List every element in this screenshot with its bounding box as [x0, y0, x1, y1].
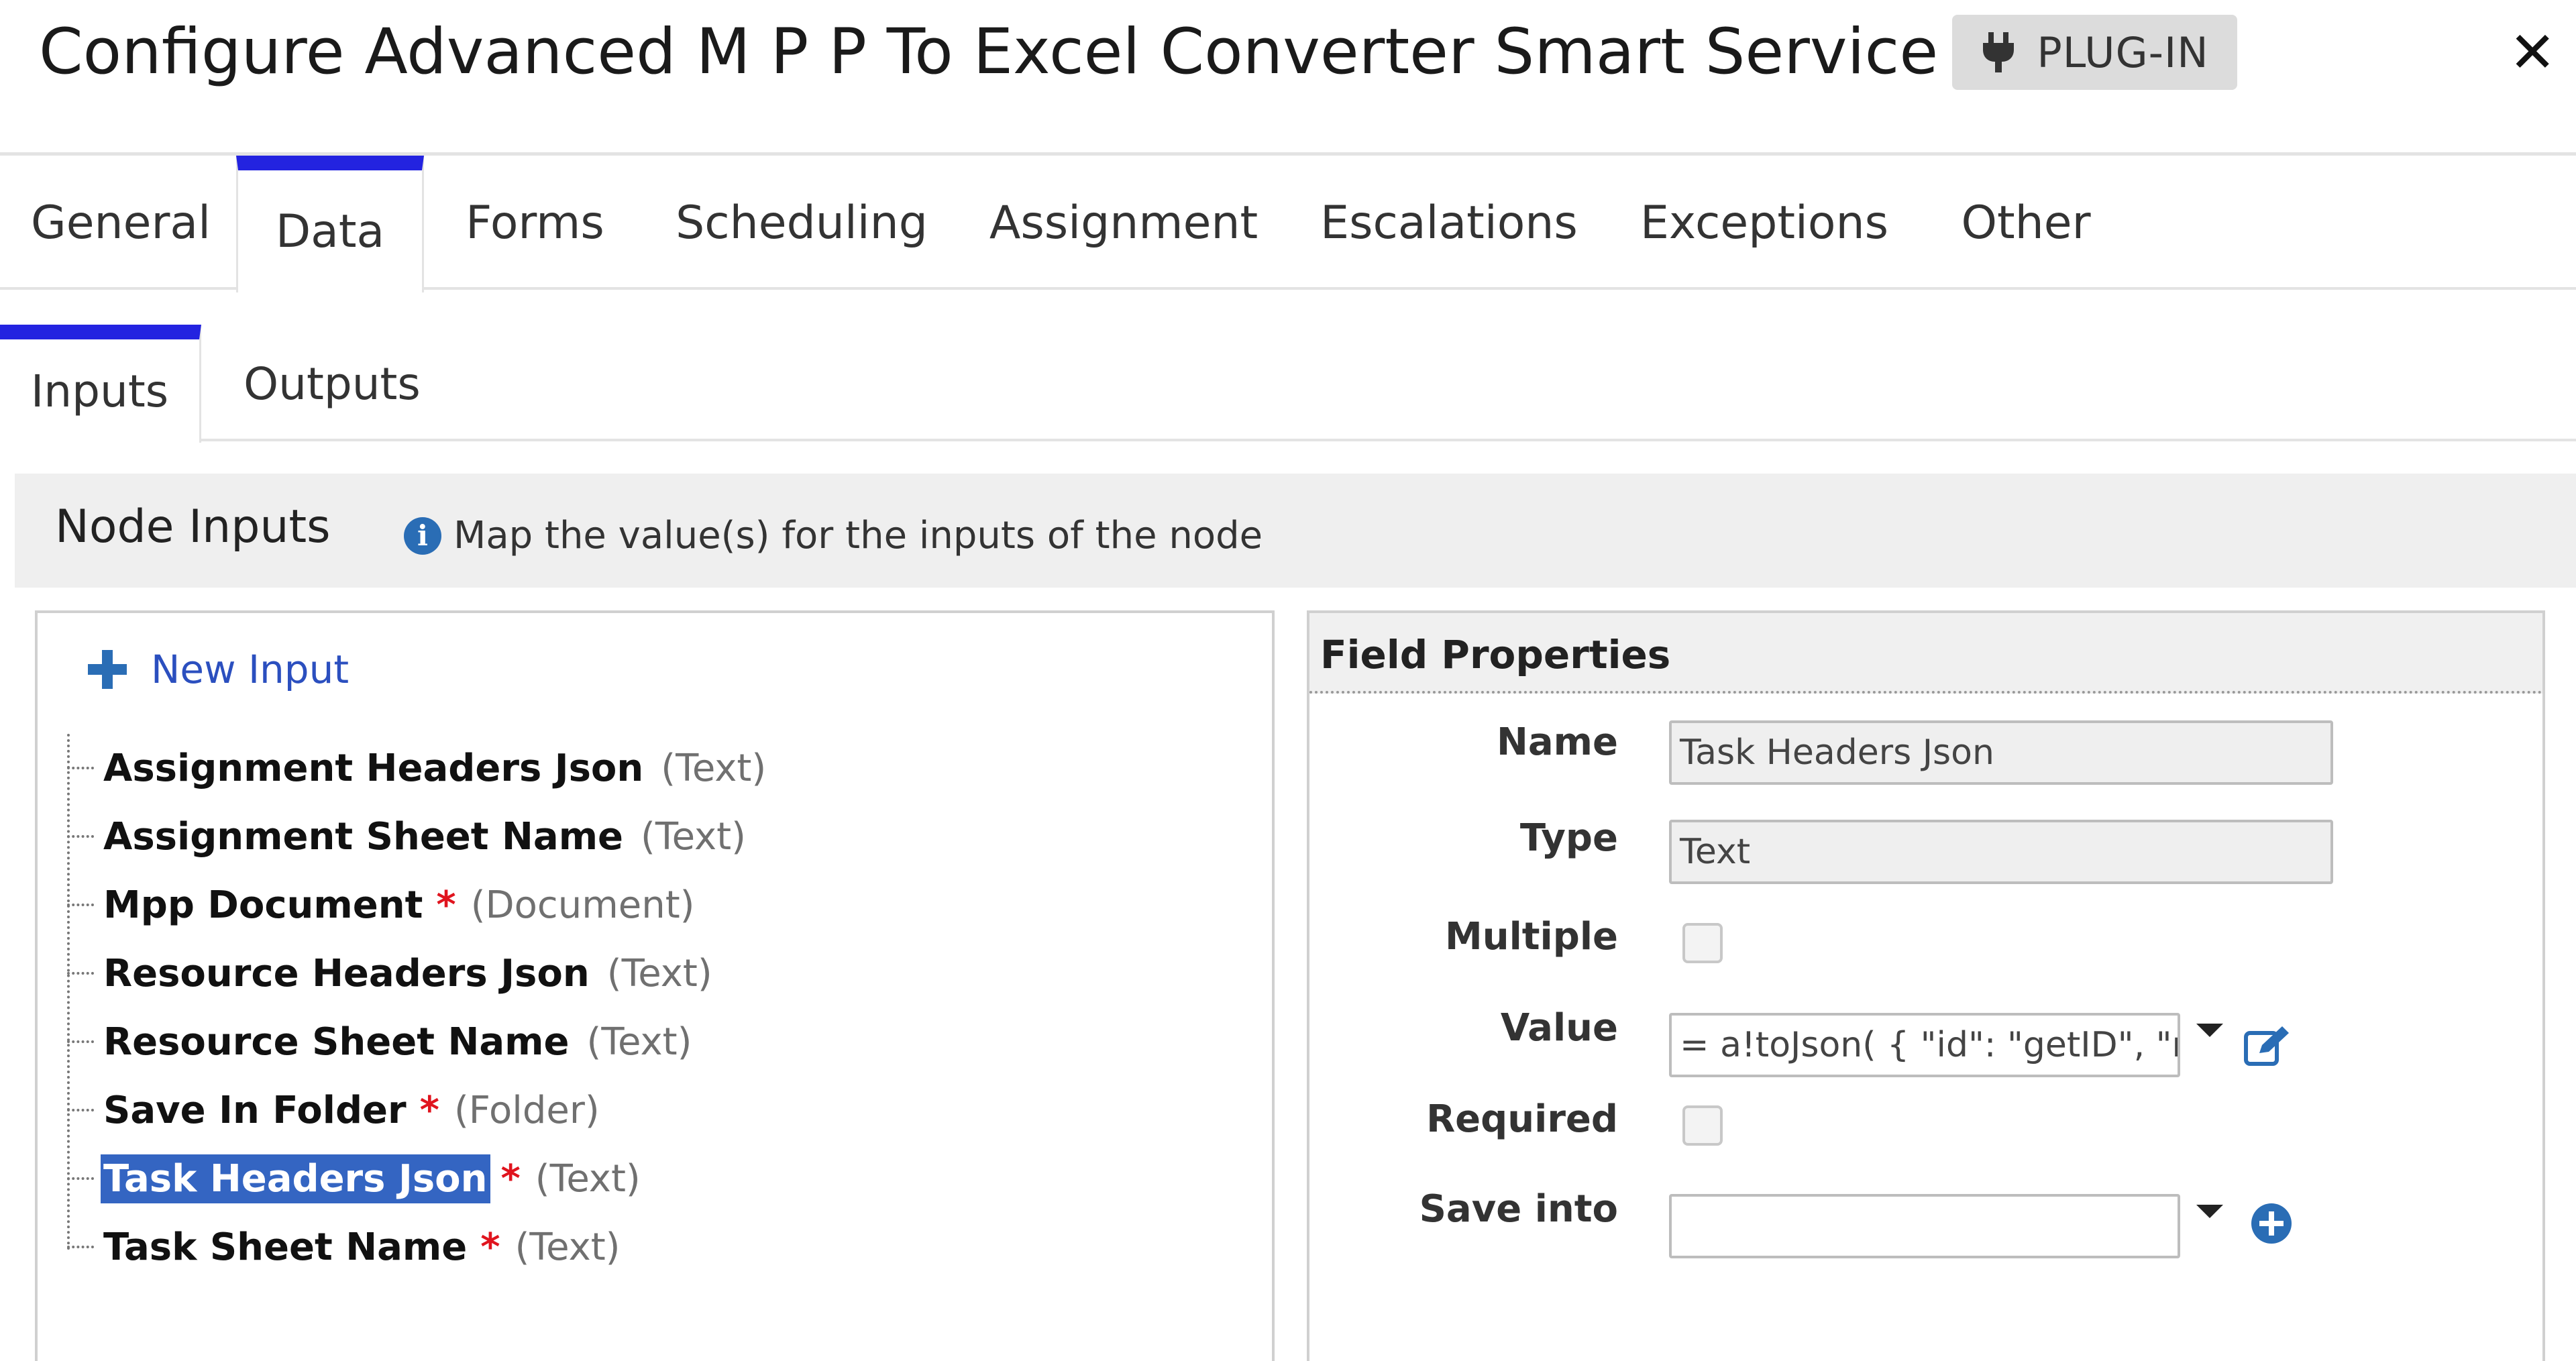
required-checkbox[interactable] [1682, 1105, 1723, 1146]
tree-item-type: (Folder) [453, 1088, 600, 1132]
required-marker: * [419, 1088, 439, 1132]
required-marker: * [500, 1156, 521, 1201]
node-inputs-title: Node Inputs [55, 500, 331, 553]
tree-dash [67, 1246, 94, 1248]
required-marker: * [480, 1225, 500, 1269]
multiple-checkbox[interactable] [1682, 923, 1723, 963]
tree-dash [67, 1109, 94, 1111]
add-circle-icon[interactable] [2251, 1203, 2292, 1244]
info-icon: i [404, 516, 441, 555]
tree-item-type: (Text) [535, 1156, 641, 1201]
dialog-header: Configure Advanced M P P To Excel Conver… [0, 0, 2576, 156]
tree-dash [67, 767, 94, 769]
tree-dash [67, 972, 94, 975]
field-properties-title: Field Properties [1320, 632, 1671, 677]
tree-dash [67, 835, 94, 838]
tree-item-type: (Text) [661, 746, 767, 790]
type-field[interactable]: Text [1669, 820, 2333, 884]
tree-item-type: (Text) [641, 814, 746, 859]
value-label: Value [1500, 1006, 1618, 1050]
type-label: Type [1519, 816, 1618, 860]
info-text: Map the value(s) for the inputs of the n… [453, 514, 1263, 557]
tree-item-type: (Text) [586, 1020, 692, 1064]
plug-icon [1983, 32, 2015, 72]
tree-item-type: (Text) [515, 1225, 621, 1269]
subtab-inputs[interactable]: Inputs [0, 325, 201, 443]
plugin-badge-label: PLUG-IN [2037, 28, 2209, 77]
new-input-button[interactable]: New Input [88, 647, 349, 692]
inputs-tree: Assignment Headers Json (Text) Assignment … [67, 734, 1208, 1281]
close-icon[interactable]: ✕ [2509, 24, 2556, 80]
tree-item-type: (Document) [470, 883, 695, 927]
tree-item-type: (Text) [606, 951, 712, 995]
save-into-dropdown-arrow[interactable] [2196, 1205, 2223, 1218]
name-label: Name [1497, 720, 1618, 764]
value-field[interactable]: = a!toJson( { "id": "getID", "r [1669, 1013, 2180, 1077]
tree-item-name: Task Headers Json [101, 1154, 490, 1203]
tab-assignment[interactable]: Assignment [979, 156, 1268, 290]
tab-exceptions[interactable]: Exceptions [1623, 156, 1905, 290]
tree-item[interactable]: Assignment Sheet Name (Text) [67, 802, 1208, 871]
tree-dash [67, 904, 94, 906]
node-inputs-panel: New Input Assignment Headers Json (Text) A… [35, 610, 1275, 1361]
tree-item[interactable]: Task Sheet Name * (Text) [67, 1213, 1208, 1281]
tree-item[interactable]: Mpp Document * (Document) [67, 871, 1208, 939]
plugin-badge: PLUG-IN [1952, 15, 2237, 90]
plus-icon [88, 650, 127, 689]
subtab-outputs[interactable]: Outputs [221, 325, 443, 443]
required-marker: * [436, 883, 456, 927]
field-properties-header: Field Properties [1309, 613, 2542, 694]
save-into-label: Save into [1419, 1187, 1618, 1231]
value-dropdown-arrow[interactable] [2196, 1024, 2223, 1037]
tree-item-name: Mpp Document [103, 883, 423, 927]
new-input-label: New Input [151, 647, 350, 692]
tab-scheduling[interactable]: Scheduling [664, 156, 939, 290]
tree-dash [67, 1177, 94, 1180]
edit-expression-icon[interactable] [2243, 1024, 2292, 1067]
required-label: Required [1426, 1097, 1618, 1141]
tree-item[interactable]: Resource Headers Json (Text) [67, 939, 1208, 1008]
sub-tabs: Inputs Outputs [0, 290, 2576, 443]
node-inputs-bar: Node Inputs i Map the value(s) for the i… [15, 474, 2576, 588]
multiple-label: Multiple [1444, 915, 1618, 959]
tree-dash [67, 1040, 94, 1043]
tree-item[interactable]: Assignment Headers Json (Text) [67, 734, 1208, 802]
tab-general[interactable]: General [7, 156, 235, 290]
dialog-title: Configure Advanced M P P To Excel Conver… [39, 15, 1939, 89]
main-tabs: General Data Forms Scheduling Assignment… [0, 156, 2576, 292]
tab-data[interactable]: Data [236, 156, 424, 292]
tree-item[interactable]: Task Headers Json * (Text) [67, 1144, 1208, 1213]
tree-item[interactable]: Save In Folder * (Folder) [67, 1076, 1208, 1144]
tree-item-name: Resource Sheet Name [103, 1020, 570, 1064]
tab-forms[interactable]: Forms [443, 156, 627, 290]
tab-escalations[interactable]: Escalations [1305, 156, 1593, 290]
save-into-field[interactable] [1669, 1194, 2180, 1258]
tab-other[interactable]: Other [1939, 156, 2113, 290]
name-field[interactable]: Task Headers Json [1669, 720, 2333, 785]
info-message: i Map the value(s) for the inputs of the… [404, 514, 1263, 557]
tree-item-name: Assignment Headers Json [103, 746, 644, 790]
field-properties-panel: Field Properties Name Task Headers Json … [1307, 610, 2545, 1361]
tree-item[interactable]: Resource Sheet Name (Text) [67, 1008, 1208, 1076]
tree-item-name: Assignment Sheet Name [103, 814, 624, 859]
tree-item-name: Task Sheet Name [103, 1225, 468, 1269]
tree-item-name: Save In Folder [103, 1088, 407, 1132]
tree-item-name: Resource Headers Json [103, 951, 590, 995]
